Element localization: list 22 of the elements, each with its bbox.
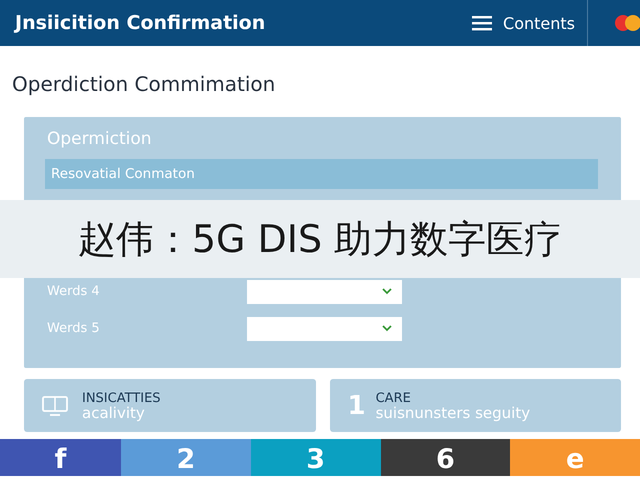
share-button[interactable]: 6 <box>380 439 510 476</box>
caption-text: 赵伟：5G DIS 助力数字医疗 <box>78 216 562 262</box>
chevron-down-icon <box>382 325 392 332</box>
chevron-down-icon <box>382 288 392 295</box>
card-number: 1 <box>348 390 366 420</box>
page-heading: Operdiction Commimation <box>11 71 276 96</box>
app-title: Jnsiicition Confirmation <box>15 12 266 34</box>
field-label: Werds 5 <box>46 321 101 336</box>
menu-icon <box>472 15 492 31</box>
card-subtext: acalivity <box>82 406 146 420</box>
dropdown-field[interactable] <box>247 316 402 340</box>
section-bar: Resovatial Conmaton <box>45 159 598 189</box>
card-subtext: suisnunsters seguity <box>376 406 530 420</box>
card-heading: CARE <box>376 390 412 406</box>
panel-title: Opermiction <box>47 129 153 149</box>
circles-logo-icon <box>614 13 640 33</box>
monitor-icon <box>42 396 68 416</box>
dropdown-field[interactable] <box>247 280 402 304</box>
share-button[interactable]: f <box>0 439 121 476</box>
contents-button[interactable]: Contents <box>472 14 575 32</box>
field-label: Werds 4 <box>46 284 101 299</box>
card-heading: INSICATTIES <box>82 390 161 406</box>
